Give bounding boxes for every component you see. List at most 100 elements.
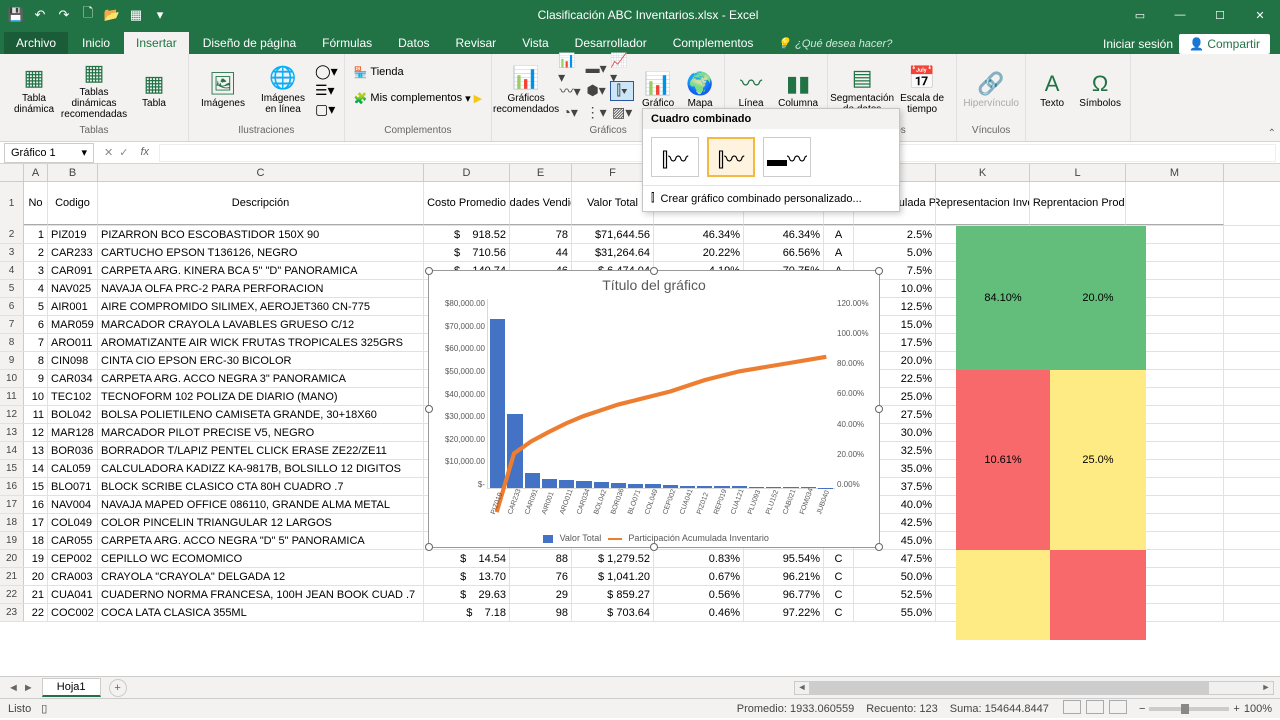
cell[interactable]: BOL042 (48, 406, 98, 423)
cell[interactable]: CEPILLO WC ECOMOMICO (98, 550, 424, 567)
shapes-icon[interactable]: ◯▾ (315, 63, 338, 80)
close-icon[interactable]: ✕ (1240, 0, 1280, 30)
tab-formulas[interactable]: Fórmulas (310, 32, 384, 54)
cell[interactable]: MARCADOR PILOT PRECISE V5, NEGRO (98, 424, 424, 441)
cell[interactable]: $71,644.56 (572, 226, 654, 243)
scatter-chart-icon[interactable]: ⋮▾ (584, 103, 608, 123)
chart-handle[interactable] (875, 543, 883, 551)
name-box[interactable]: Gráfico 1 ▾ (4, 143, 94, 163)
cell[interactable]: PIZ019 (48, 226, 98, 243)
hdr-costo[interactable]: Costo Promedio (424, 182, 510, 225)
cell[interactable]: 18 (24, 532, 48, 549)
worksheet[interactable]: A B C D E F G H I J K L M 1 No Codigo De… (0, 164, 1280, 676)
cell[interactable]: CUADERNO NORMA FRANCESA, 100H JEAN BOOK … (98, 586, 424, 603)
chart-handle[interactable] (650, 267, 658, 275)
cell[interactable]: MAR059 (48, 316, 98, 333)
select-all[interactable] (0, 164, 24, 181)
sheet-next-icon[interactable]: ► (23, 682, 34, 694)
ribbon-options-icon[interactable]: ▭ (1120, 0, 1160, 30)
undo-icon[interactable]: ↶ (30, 5, 50, 25)
combo-type-3[interactable]: ▬〰 (763, 137, 811, 177)
cell[interactable]: 1 (24, 226, 48, 243)
my-addins-button[interactable]: 🧩Mis complementos▾ ▶ (351, 88, 485, 108)
cell[interactable]: 55.0% (854, 604, 936, 621)
cell[interactable]: BLO071 (48, 478, 98, 495)
row-header[interactable]: 22 (0, 586, 24, 603)
redo-icon[interactable]: ↷ (54, 5, 74, 25)
cell[interactable]: CUA041 (48, 586, 98, 603)
cell[interactable]: 8 (24, 352, 48, 369)
scroll-right-icon[interactable]: ► (1259, 682, 1273, 694)
cell[interactable]: NAV004 (48, 496, 98, 513)
l-yellow-merged[interactable]: 25.0% (1050, 370, 1146, 550)
row-header[interactable]: 18 (0, 514, 24, 531)
tab-insert[interactable]: Insertar (124, 32, 189, 54)
row-header[interactable]: 16 (0, 478, 24, 495)
col-L[interactable]: L (1030, 164, 1126, 181)
cell[interactable]: BOLSA POLIETILENO CAMISETA GRANDE, 30+18… (98, 406, 424, 423)
cell[interactable]: AROMATIZANTE AIR WICK FRUTAS TROPICALES … (98, 334, 424, 351)
row-header[interactable]: 17 (0, 496, 24, 513)
row-header[interactable]: 15 (0, 460, 24, 477)
table-button[interactable]: ▦Tabla (126, 59, 182, 123)
chart-handle[interactable] (425, 543, 433, 551)
cell[interactable]: 22 (24, 604, 48, 621)
cell[interactable]: 19 (24, 550, 48, 567)
combo-chart-icon[interactable]: ⫿▾ (610, 81, 634, 101)
k-green-merged[interactable]: 84.10% (956, 226, 1050, 370)
minimize-icon[interactable]: — (1160, 0, 1200, 30)
cell[interactable]: 5.0% (854, 244, 936, 261)
hier-chart-icon[interactable]: ▬▾ (584, 59, 608, 79)
fx-icon[interactable]: fx (134, 146, 149, 159)
cell[interactable]: 44 (510, 244, 572, 261)
recommended-charts-button[interactable]: 📊Gráficos recomendados (498, 59, 554, 123)
chart-handle[interactable] (875, 267, 883, 275)
col-E[interactable]: E (510, 164, 572, 181)
cell[interactable]: 2.5% (854, 226, 936, 243)
cell[interactable]: PIZARRON BCO ESCOBASTIDOR 150X 90 (98, 226, 424, 243)
cell[interactable]: ARO011 (48, 334, 98, 351)
row-header[interactable]: 8 (0, 334, 24, 351)
cell[interactable]: 16 (24, 496, 48, 513)
cell[interactable]: CRA003 (48, 568, 98, 585)
zoom-value[interactable]: 100% (1244, 703, 1272, 715)
tab-home[interactable]: Inicio (70, 32, 122, 54)
recommended-pivot-button[interactable]: ▦Tablas dinámicas recomendadas (66, 59, 122, 123)
pie-chart-icon[interactable]: ◔▾ (558, 103, 582, 123)
k-red-merged[interactable]: 10.61% (956, 370, 1050, 550)
row-header[interactable]: 9 (0, 352, 24, 369)
cell[interactable]: MARCADOR CRAYOLA LAVABLES GRUESO C/12 (98, 316, 424, 333)
tab-data[interactable]: Datos (386, 32, 441, 54)
cell[interactable]: AIRE COMPROMIDO SILIMEX, AEROJET360 CN-7… (98, 298, 424, 315)
cell[interactable]: NAV025 (48, 280, 98, 297)
sheet-tab-hoja1[interactable]: Hoja1 (42, 678, 101, 697)
l-green-merged[interactable]: 20.0% (1050, 226, 1146, 370)
scroll-thumb[interactable] (809, 682, 1209, 694)
cell[interactable]: 21 (24, 586, 48, 603)
qat-more-icon[interactable]: ▾ (150, 5, 170, 25)
cell[interactable]: TEC102 (48, 388, 98, 405)
tab-review[interactable]: Revisar (444, 32, 509, 54)
screenshot-icon[interactable]: ▢▾ (315, 101, 338, 118)
namebox-dropdown-icon[interactable]: ▾ (81, 146, 87, 159)
cell[interactable]: 14 (24, 460, 48, 477)
embedded-chart[interactable]: Título del gráfico $80,000.00$70,000.00$… (428, 270, 880, 548)
cell[interactable]: 17 (24, 514, 48, 531)
stat-chart-icon[interactable]: 📈▾ (610, 59, 634, 79)
cell[interactable]: CAL059 (48, 460, 98, 477)
cell[interactable]: CARPETA ARG. ACCO NEGRA "D" 5" PANORAMIC… (98, 532, 424, 549)
cell[interactable]: BOR036 (48, 442, 98, 459)
bing-icon[interactable]: ▶ (474, 92, 482, 105)
cell[interactable]: COCA LATA CLASICA 355ML (98, 604, 424, 621)
row-header[interactable]: 11 (0, 388, 24, 405)
collapse-ribbon-icon[interactable]: ⌃ (1268, 128, 1276, 139)
cell[interactable]: CARPETA ARG. KINERA BCA 5" "D" PANORAMIC… (98, 262, 424, 279)
cell[interactable]: 7 (24, 334, 48, 351)
col-M[interactable]: M (1126, 164, 1224, 181)
cell[interactable]: COC002 (48, 604, 98, 621)
cell[interactable]: 47.5% (854, 550, 936, 567)
l-red-block[interactable] (1050, 550, 1146, 640)
cell[interactable]: CINTA CIO EPSON ERC-30 BICOLOR (98, 352, 424, 369)
cell[interactable]: COL049 (48, 514, 98, 531)
cell[interactable]: 12 (24, 424, 48, 441)
